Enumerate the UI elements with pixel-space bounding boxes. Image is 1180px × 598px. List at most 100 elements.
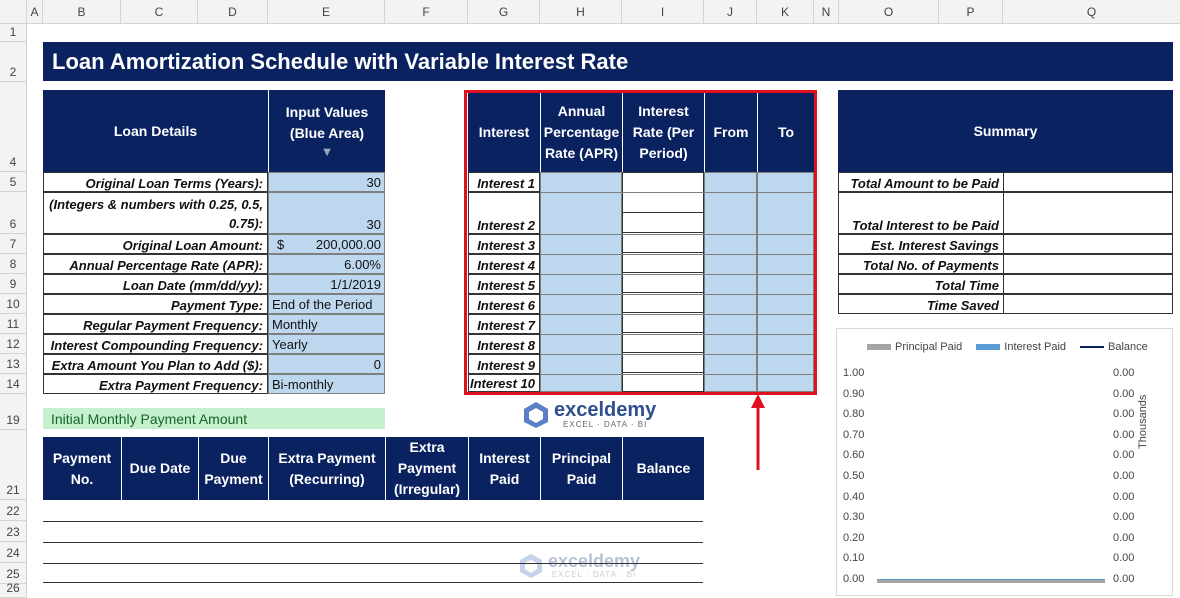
triangle-down-icon: ▼ — [320, 144, 334, 159]
loan-value-input[interactable]: Yearly — [268, 334, 385, 354]
summary-label: Total Time — [838, 274, 1004, 294]
col-header[interactable]: E — [268, 0, 385, 24]
right-tick-label: 0.00 — [1113, 511, 1135, 524]
loan-value-input[interactable]: 1/1/2019 — [268, 274, 385, 294]
exceldemy-watermark: exceldemy EXCEL · DATA · BI — [518, 552, 640, 579]
col-header[interactable]: P — [939, 0, 1003, 24]
col-header[interactable]: Q — [1003, 0, 1180, 24]
schedule-header: Extra Payment (Recurring) — [268, 437, 385, 500]
col-header[interactable]: B — [43, 0, 121, 24]
loan-label: Original Loan Terms (Years): — [43, 172, 268, 192]
row-header[interactable]: 9 — [0, 274, 27, 294]
summary-label: Total Interest to be Paid — [838, 192, 1004, 234]
col-header[interactable]: G — [468, 0, 540, 24]
summary-value — [1003, 294, 1173, 314]
row-header[interactable]: 8 — [0, 254, 27, 274]
schedule-row-line — [43, 521, 703, 522]
row-header[interactable]: 11 — [0, 314, 27, 334]
row-header[interactable]: 26 — [0, 581, 27, 598]
zero-line — [877, 579, 1105, 580]
left-tick-label: 0.30 — [843, 511, 865, 524]
left-tick-label: 0.50 — [843, 470, 865, 482]
row-header[interactable]: 12 — [0, 334, 27, 354]
row-header[interactable]: 4 — [0, 82, 27, 172]
legend-swatch — [1080, 346, 1105, 348]
schedule-header: Interest Paid — [468, 437, 540, 500]
legend-label: Principal Paid — [895, 341, 963, 353]
exceldemy-logo: exceldemy EXCEL · DATA · BI — [522, 400, 656, 429]
legend-item: Principal Paid — [867, 341, 962, 353]
schedule-row-line — [43, 542, 703, 543]
col-header[interactable]: N — [814, 0, 839, 24]
amortization-chart[interactable]: Principal Paid Interest Paid Balance 1.0… — [836, 328, 1173, 596]
summary-value — [1003, 254, 1173, 274]
left-tick-label: 1.00 — [843, 367, 865, 379]
col-header[interactable]: A — [27, 0, 43, 24]
loan-value-input[interactable]: Monthly — [268, 314, 385, 334]
schedule-header: Due Date — [121, 437, 198, 500]
right-tick-label: 0.00 — [1113, 367, 1135, 379]
col-header[interactable]: O — [839, 0, 939, 24]
right-tick-label: 0.00 — [1113, 428, 1135, 441]
loan-amount-input[interactable]: $ 200,000.00 — [268, 234, 385, 254]
right-tick-label: 0.00 — [1113, 573, 1135, 585]
currency-symbol: $ — [277, 237, 285, 252]
right-axis-label: Thousands — [1137, 394, 1149, 449]
right-tick-label: 0.00 — [1113, 449, 1135, 462]
loan-value-input[interactable]: 30 — [268, 192, 385, 234]
right-tick-label: 0.00 — [1113, 531, 1135, 544]
col-header[interactable]: I — [622, 0, 704, 24]
legend-swatch — [867, 344, 891, 350]
col-header[interactable]: H — [540, 0, 622, 24]
schedule-header: Payment No. — [43, 437, 121, 500]
summary-label: Est. Interest Savings — [838, 234, 1004, 254]
red-arrow-icon — [751, 394, 765, 470]
loan-value-input[interactable]: End of the Period — [268, 294, 385, 314]
right-tick-label: 0.00 — [1113, 552, 1135, 565]
loan-label: Regular Payment Frequency: — [43, 314, 268, 334]
exceldemy-logo-icon — [524, 401, 548, 428]
row-header[interactable]: 2 — [0, 42, 27, 82]
loan-value-input[interactable]: Bi-monthly — [268, 374, 385, 394]
summary-value — [1003, 274, 1173, 294]
row-header[interactable]: 13 — [0, 354, 27, 374]
right-tick-label: 0.00 — [1113, 408, 1135, 421]
row-header[interactable]: 24 — [0, 542, 27, 563]
col-header[interactable]: D — [198, 0, 268, 24]
select-all-corner[interactable] — [0, 0, 27, 24]
loan-amount-value: 200,000.00 — [315, 237, 381, 252]
input-values-header: Input Values (Blue Area) ▼ — [268, 90, 385, 172]
row-header[interactable]: 19 — [0, 394, 27, 430]
loan-label: Extra Amount You Plan to Add ($): — [43, 354, 268, 374]
exceldemy-watermark-icon — [520, 553, 542, 578]
left-tick-label: 0.20 — [843, 531, 865, 544]
left-tick-label: 0.70 — [843, 428, 865, 441]
row-header[interactable]: 22 — [0, 500, 27, 521]
legend-swatch — [976, 344, 1001, 350]
loan-value-input[interactable]: 6.00% — [268, 254, 385, 274]
row-header[interactable]: 21 — [0, 430, 27, 500]
left-tick-label: 0.90 — [843, 387, 865, 400]
row-header[interactable]: 1 — [0, 24, 27, 42]
interest-table-highlight — [464, 90, 817, 395]
loan-value-input[interactable]: 0 — [268, 354, 385, 374]
row-header[interactable]: 7 — [0, 234, 27, 254]
col-header[interactable]: C — [121, 0, 198, 24]
loan-label: Loan Date (mm/dd/yy): — [43, 274, 268, 294]
loan-label: Payment Type: — [43, 294, 268, 314]
row-header[interactable]: 10 — [0, 294, 27, 314]
loan-label: Annual Percentage Rate (APR): — [43, 254, 268, 274]
col-header[interactable]: K — [757, 0, 814, 24]
col-header[interactable]: J — [704, 0, 757, 24]
right-tick-label: 0.00 — [1113, 490, 1135, 503]
summary-value — [1003, 192, 1173, 234]
loan-label: Interest Compounding Frequency: — [43, 334, 268, 354]
row-header[interactable]: 5 — [0, 172, 27, 192]
row-header[interactable]: 23 — [0, 521, 27, 542]
loan-value-input[interactable]: 30 — [268, 172, 385, 192]
right-tick-label: 0.00 — [1113, 470, 1135, 482]
col-header[interactable]: F — [385, 0, 468, 24]
row-header[interactable]: 14 — [0, 374, 27, 394]
summary-label: Total No. of Payments — [838, 254, 1004, 274]
row-header[interactable]: 6 — [0, 192, 27, 234]
